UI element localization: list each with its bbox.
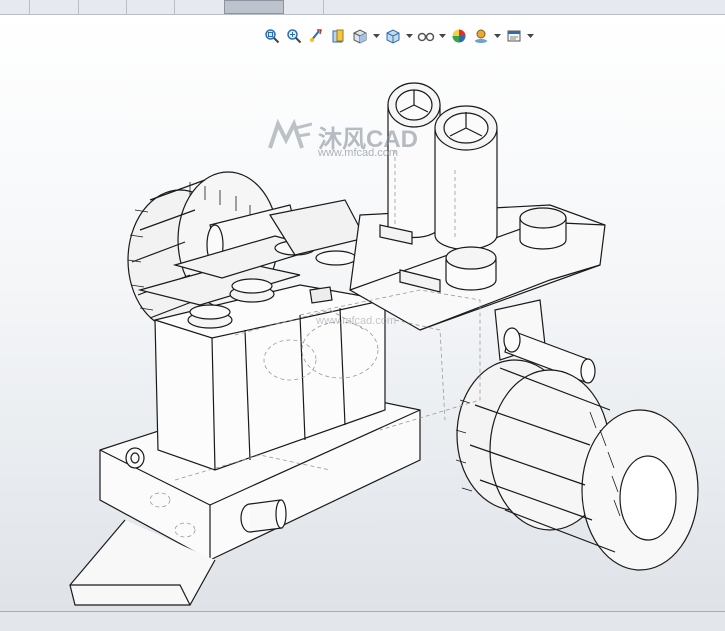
document-tab[interactable]	[79, 0, 127, 14]
right-track-wheel	[455, 359, 699, 571]
document-tab[interactable]	[127, 0, 175, 14]
document-tab-strip	[0, 0, 725, 15]
watermark-url: www.mfcad.com	[318, 147, 399, 159]
document-tab[interactable]	[30, 0, 79, 14]
graphics-viewport[interactable]: 沐风CAD www.mfcad.com www.mfcad.com	[0, 15, 725, 611]
mf-logo-icon	[268, 118, 312, 149]
watermark-url-center: www.mfcad.com	[316, 315, 397, 327]
status-bar	[0, 611, 725, 631]
document-tab[interactable]	[0, 0, 30, 14]
document-tab[interactable]	[284, 0, 324, 14]
capacitor-cylinders	[387, 82, 498, 251]
document-tab-active[interactable]	[224, 0, 284, 14]
cad-model-drawing[interactable]	[0, 15, 725, 611]
